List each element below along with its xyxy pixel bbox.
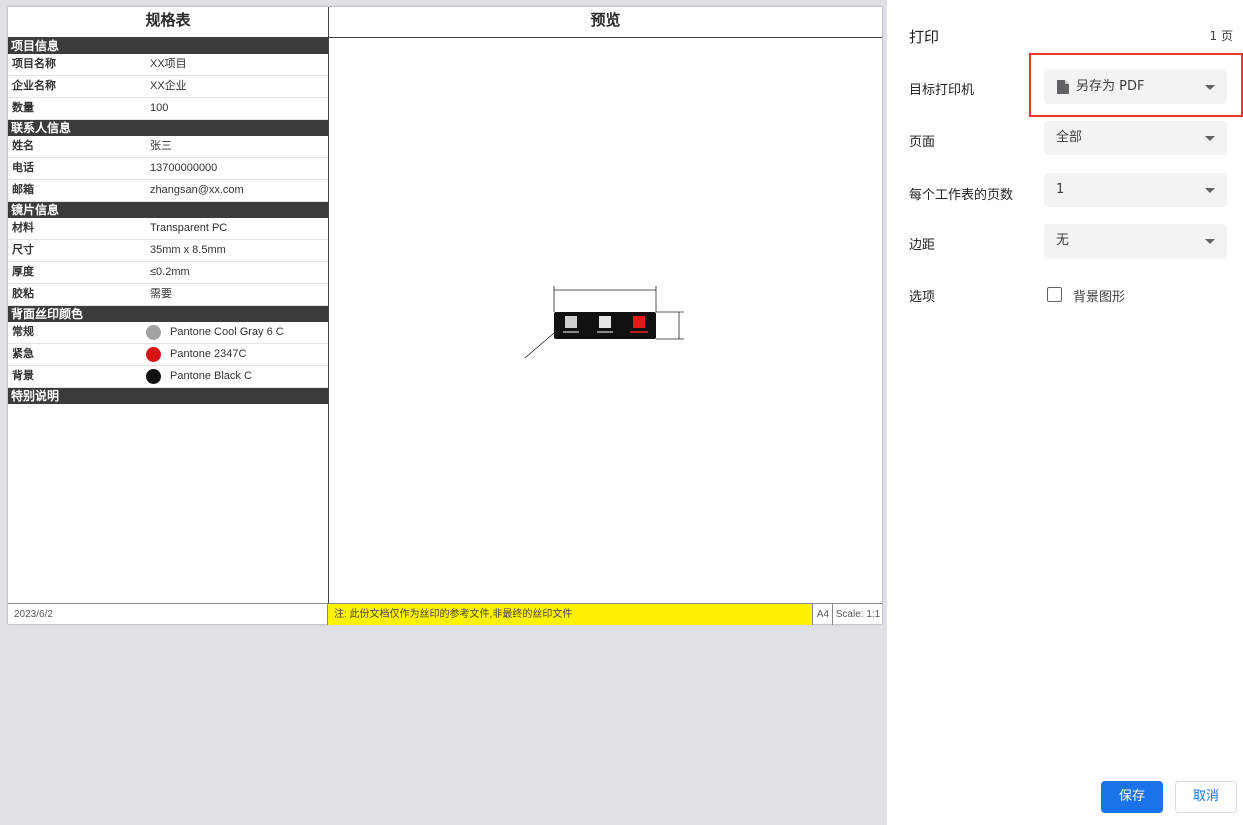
page-count: 1 页 bbox=[1209, 29, 1233, 43]
background-graphics-checkbox[interactable] bbox=[1047, 287, 1062, 302]
spec-value: 100 bbox=[150, 102, 169, 114]
spec-row: 材料 Transparent PC bbox=[8, 218, 328, 240]
spec-key: 姓名 bbox=[12, 140, 34, 152]
pages-value: 全部 bbox=[1056, 130, 1083, 145]
spec-row: 数量 100 bbox=[8, 98, 328, 120]
spec-key: 背景 bbox=[12, 370, 34, 382]
background-graphics-label[interactable]: 背景图形 bbox=[1073, 286, 1125, 305]
spec-key: 厚度 bbox=[12, 266, 34, 278]
destination-select[interactable]: 另存为 PDF bbox=[1044, 70, 1227, 104]
spec-row: 姓名 张三 bbox=[8, 136, 328, 158]
preview-title: 预览 bbox=[329, 7, 882, 38]
chevron-down-icon bbox=[1205, 85, 1215, 90]
spec-key: 紧急 bbox=[12, 348, 34, 360]
footer-paper-size: A4 bbox=[812, 604, 833, 625]
spec-key: 邮箱 bbox=[12, 184, 34, 196]
person-icon bbox=[599, 316, 611, 328]
pages-per-sheet-label: 每个工作表的页数 bbox=[909, 188, 1014, 203]
print-preview-area: 规格表 项目信息项目名称 XX项目企业名称 XX企业数量 100 联系人信息姓名 张三电话… bbox=[0, 0, 887, 825]
preview-column: 预览 bbox=[329, 7, 882, 603]
spec-row: 紧急 Pantone 2347C bbox=[8, 344, 328, 366]
spec-table-title: 规格表 bbox=[8, 7, 328, 38]
footer-scale: Scale: 1:1 bbox=[832, 604, 883, 625]
print-settings-panel: 打印 1 页 目标打印机 另存为 PDF 页面 全部 每个工作表的页数 1 边距… bbox=[887, 0, 1243, 825]
spec-value: zhangsan@xx.com bbox=[150, 184, 244, 196]
spec-key: 电话 bbox=[12, 162, 34, 174]
color-swatch bbox=[146, 347, 161, 362]
spec-value: Transparent PC bbox=[150, 222, 228, 234]
spec-value: Pantone 2347C bbox=[170, 348, 247, 360]
sheet-footer: 2023/6/2 注: 此份文档仅作为丝印的参考文件,非最终的丝印文件 A4 S… bbox=[8, 603, 882, 625]
person-caption bbox=[597, 331, 613, 333]
spec-key: 常规 bbox=[12, 326, 34, 338]
emergency-icon bbox=[633, 316, 645, 328]
pages-label: 页面 bbox=[909, 135, 936, 150]
spec-value: 张三 bbox=[150, 140, 172, 152]
spec-row: 厚度 ≤0.2mm bbox=[8, 262, 328, 284]
spec-row: 胶粘 需要 bbox=[8, 284, 328, 306]
chevron-down-icon bbox=[1205, 239, 1215, 244]
chevron-down-icon bbox=[1205, 136, 1215, 141]
callout-line bbox=[524, 332, 555, 359]
section-header: 镜片信息 bbox=[8, 202, 328, 218]
spec-row: 企业名称 XX企业 bbox=[8, 76, 328, 98]
margins-label: 边距 bbox=[909, 238, 936, 253]
spec-table: 规格表 项目信息项目名称 XX项目企业名称 XX企业数量 100 联系人信息姓名 张三电话… bbox=[8, 7, 329, 603]
options-label: 选项 bbox=[909, 290, 936, 305]
spec-key: 项目名称 bbox=[12, 58, 56, 70]
spec-table-body: 项目信息项目名称 XX项目企业名称 XX企业数量 100 联系人信息姓名 张三电话 1370… bbox=[8, 38, 328, 404]
spec-key: 尺寸 bbox=[12, 244, 34, 256]
pages-select[interactable]: 全部 bbox=[1044, 121, 1227, 155]
spec-value: Pantone Black C bbox=[170, 370, 252, 382]
margins-value: 无 bbox=[1056, 233, 1070, 248]
spec-value: 35mm x 8.5mm bbox=[150, 244, 226, 256]
destination-label: 目标打印机 bbox=[909, 83, 975, 98]
pages-per-sheet-select[interactable]: 1 bbox=[1044, 173, 1227, 207]
section-header: 背面丝印颜色 bbox=[8, 306, 328, 322]
lens-drawing bbox=[524, 286, 684, 359]
color-swatch bbox=[146, 325, 161, 340]
spec-row: 项目名称 XX项目 bbox=[8, 54, 328, 76]
margins-select[interactable]: 无 bbox=[1044, 224, 1227, 258]
document-icon bbox=[1057, 80, 1069, 94]
spec-key: 企业名称 bbox=[12, 80, 56, 92]
preview-page: 规格表 项目信息项目名称 XX项目企业名称 XX企业数量 100 联系人信息姓名 张三电话… bbox=[8, 7, 882, 625]
spec-value: 需要 bbox=[150, 288, 172, 300]
spec-value: 13700000000 bbox=[150, 162, 218, 174]
spec-row: 尺寸 35mm x 8.5mm bbox=[8, 240, 328, 262]
spec-value: XX项目 bbox=[150, 58, 187, 70]
chevron-down-icon bbox=[1205, 188, 1215, 193]
exit-icon bbox=[565, 316, 577, 328]
spec-value: XX企业 bbox=[150, 80, 187, 92]
section-header: 联系人信息 bbox=[8, 120, 328, 136]
spec-row: 常规 Pantone Cool Gray 6 C bbox=[8, 322, 328, 344]
cancel-button[interactable]: 取消 bbox=[1175, 781, 1237, 813]
spec-key: 数量 bbox=[12, 102, 34, 114]
destination-value: 另存为 PDF bbox=[1076, 79, 1145, 94]
color-swatch bbox=[146, 369, 161, 384]
pages-per-sheet-value: 1 bbox=[1056, 182, 1065, 197]
spec-value: ≤0.2mm bbox=[150, 266, 190, 278]
spec-row: 电话 13700000000 bbox=[8, 158, 328, 180]
emergency-caption bbox=[630, 331, 648, 333]
print-title: 打印 bbox=[909, 28, 940, 46]
exit-caption bbox=[563, 331, 579, 333]
section-header: 特别说明 bbox=[8, 388, 328, 404]
spec-key: 胶粘 bbox=[12, 288, 34, 300]
footer-date: 2023/6/2 bbox=[8, 604, 328, 625]
spec-row: 背景 Pantone Black C bbox=[8, 366, 328, 388]
footer-note: 注: 此份文档仅作为丝印的参考文件,非最终的丝印文件 bbox=[328, 604, 812, 625]
section-header: 项目信息 bbox=[8, 38, 328, 54]
spec-value: Pantone Cool Gray 6 C bbox=[170, 326, 284, 338]
spec-key: 材料 bbox=[12, 222, 34, 234]
spec-row: 邮箱 zhangsan@xx.com bbox=[8, 180, 328, 202]
save-button[interactable]: 保存 bbox=[1101, 781, 1163, 813]
